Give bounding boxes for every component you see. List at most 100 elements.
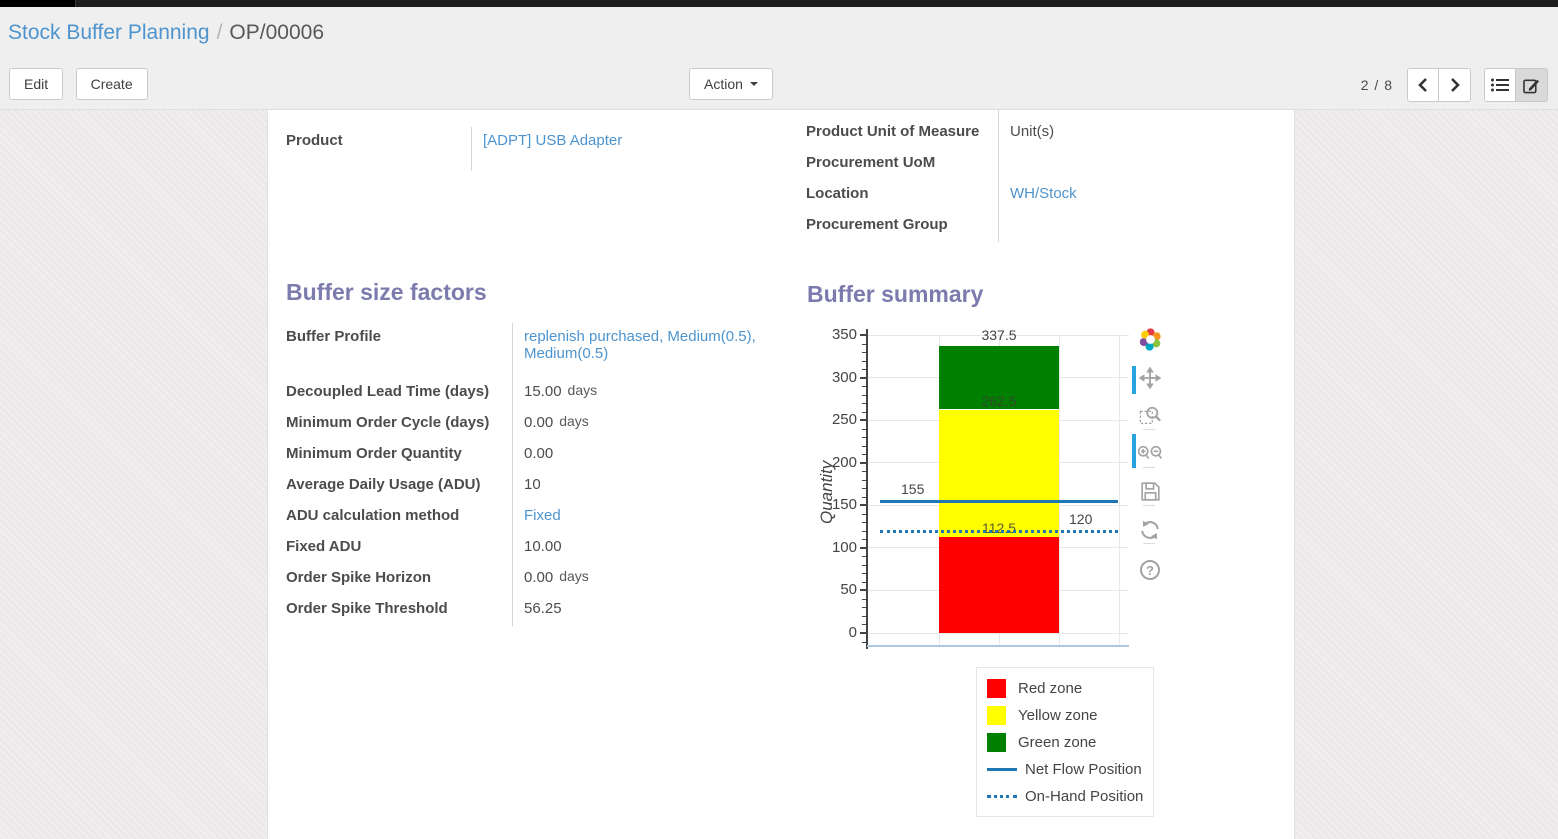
control-panel: Stock Buffer Planning/OP/00006 Edit Crea… <box>0 7 1558 110</box>
product-field-group: Product[ADPT] USB Adapter <box>286 127 766 171</box>
field-value-text: 0.00 <box>524 414 553 431</box>
chart-legend: Red zone Yellow zone Green zoneNet Flow Po… <box>976 667 1154 817</box>
zoom-in-out-icon <box>1137 444 1163 469</box>
legend-color-swatch <box>987 679 1006 698</box>
modebar-save-button[interactable] <box>1137 481 1163 507</box>
field-value-link[interactable]: Fixed <box>524 507 561 524</box>
field-label: Location <box>806 180 998 211</box>
legend-item-net-flow-position[interactable]: Net Flow Position <box>987 756 1143 783</box>
breadcrumb: Stock Buffer Planning/OP/00006 <box>8 21 324 45</box>
zone-boundary-label: 112.5 <box>939 520 1059 536</box>
breadcrumb-parent-link[interactable]: Stock Buffer Planning <box>8 21 210 44</box>
edit-button[interactable]: Edit <box>9 68 63 100</box>
modebar-plotly-logo-button[interactable] <box>1137 329 1163 355</box>
red-zone-bar[interactable] <box>939 537 1059 633</box>
top-menu-bar <box>0 0 1558 7</box>
field-label: Product Unit of Measure <box>806 118 998 149</box>
yellow-zone-bar[interactable] <box>939 410 1059 538</box>
legend-label: Yellow zone <box>1018 707 1098 724</box>
field-label <box>806 110 998 118</box>
y-tick-label: 250 <box>815 411 857 428</box>
factor-row: Order Spike Horizon 0.00 days <box>286 564 781 595</box>
field-value-text: 10 <box>524 476 541 493</box>
field-value: 0.00 days <box>512 564 781 595</box>
field-value-text: 0.00 <box>524 569 553 586</box>
field-unit-suffix: days <box>559 568 589 584</box>
on-hand-position-line[interactable] <box>880 530 1118 533</box>
field-value: replenish purchased, Medium(0.5), Medium… <box>512 323 781 378</box>
top-menu-active-item[interactable] <box>0 0 76 7</box>
field-value-link[interactable]: replenish purchased, Medium(0.5), Medium… <box>524 328 756 362</box>
legend-line-swatch <box>987 795 1017 798</box>
legend-item-green-zone[interactable]: Green zone <box>987 729 1143 756</box>
field-label: Buffer Profile <box>286 323 512 378</box>
list-icon <box>1491 78 1509 92</box>
field-value: 15.00days <box>512 378 781 409</box>
field-label: Procurement UoM <box>806 149 998 180</box>
pager-area: 2 / 8 <box>1361 68 1548 102</box>
product-row: Product[ADPT] USB Adapter <box>286 127 766 171</box>
edit-create-buttons: Edit Create <box>9 68 148 100</box>
modebar-pan-button[interactable] <box>1137 367 1163 393</box>
zone-boundary-label: 262.5 <box>939 393 1059 409</box>
content-background: Product[ADPT] USB Adapter CompanyProduct… <box>0 110 1558 839</box>
buffer-summary-title: Buffer summary <box>807 281 983 308</box>
create-button[interactable]: Create <box>76 68 148 100</box>
field-value: Unit(s) <box>998 118 1286 149</box>
pager-previous-button[interactable] <box>1407 68 1439 102</box>
net-flow-position-line[interactable] <box>880 500 1118 503</box>
modebar-accent-bar <box>1132 434 1136 468</box>
bar-top-value-label: 337.5 <box>939 327 1059 343</box>
modebar-help-button[interactable]: ? <box>1137 557 1163 583</box>
buffer-summary-chart: 050100150200250300350Quantity337.5262.51… <box>801 315 1221 825</box>
field-value: 10.00 <box>512 533 781 564</box>
legend-label: Red zone <box>1018 680 1082 697</box>
legend-label: On-Hand Position <box>1025 788 1143 805</box>
gridline-vertical <box>1059 335 1060 645</box>
field-value: [ADPT] USB Adapter <box>471 127 766 171</box>
field-label: Average Daily Usage (ADU) <box>286 471 512 502</box>
field-row: Procurement UoM <box>806 149 1286 180</box>
breadcrumb-current: OP/00006 <box>229 21 324 44</box>
legend-item-yellow-zone[interactable]: Yellow zone <box>987 702 1143 729</box>
modebar-separator <box>1143 429 1155 430</box>
field-value-link[interactable]: WH/Stock <box>1010 185 1077 202</box>
action-dropdown-wrap: Action <box>689 68 773 100</box>
factor-row: Minimum Order Cycle (days)0.00days <box>286 409 781 440</box>
action-dropdown-button[interactable]: Action <box>689 68 773 100</box>
view-switcher <box>1484 68 1548 102</box>
modebar-zoom-in-out-button[interactable] <box>1137 443 1163 469</box>
buffer-size-factors-group: Buffer Profile replenish purchased, Mediu… <box>286 323 781 626</box>
clipped-row: Company <box>806 110 1286 118</box>
x-axis <box>867 645 1129 647</box>
modebar-box-zoom-button[interactable] <box>1137 405 1163 431</box>
pager-next-button[interactable] <box>1439 68 1471 102</box>
field-value: 56.25 <box>512 595 781 626</box>
chevron-left-icon <box>1418 77 1428 93</box>
field-label: Order Spike Horizon <box>286 564 512 595</box>
legend-color-swatch <box>987 706 1006 725</box>
list-view-button[interactable] <box>1484 68 1516 102</box>
reset-axes-icon <box>1139 519 1161 546</box>
chevron-right-icon <box>1450 77 1460 93</box>
factor-row: Fixed ADU 10.00 <box>286 533 781 564</box>
save-icon <box>1140 481 1161 507</box>
y-axis-title: Quantity <box>817 444 837 524</box>
procurement-field-group: CompanyProduct Unit of MeasureUnit(s)Pro… <box>806 110 1286 242</box>
legend-item-on-hand-position[interactable]: On-Hand Position <box>987 783 1143 810</box>
field-value: 0.00days <box>512 409 781 440</box>
field-value-link[interactable]: [ADPT] USB Adapter <box>483 132 622 149</box>
y-tick-label: 50 <box>815 581 857 598</box>
field-label: Order Spike Threshold <box>286 595 512 626</box>
legend-item-red-zone[interactable]: Red zone <box>987 675 1143 702</box>
form-view-button[interactable] <box>1516 68 1548 102</box>
field-value-text: 10.00 <box>524 538 562 555</box>
modebar-accent-bar <box>1132 366 1136 394</box>
modebar-reset-axes-button[interactable] <box>1137 519 1163 545</box>
buffer-size-factors-title: Buffer size factors <box>286 279 487 306</box>
field-value: Company <box>998 110 1286 118</box>
field-label: Fixed ADU <box>286 533 512 564</box>
field-value-text: 56.25 <box>524 600 562 617</box>
factor-row: Buffer Profile replenish purchased, Mediu… <box>286 323 781 378</box>
field-value-text: 15.00 <box>524 383 562 400</box>
